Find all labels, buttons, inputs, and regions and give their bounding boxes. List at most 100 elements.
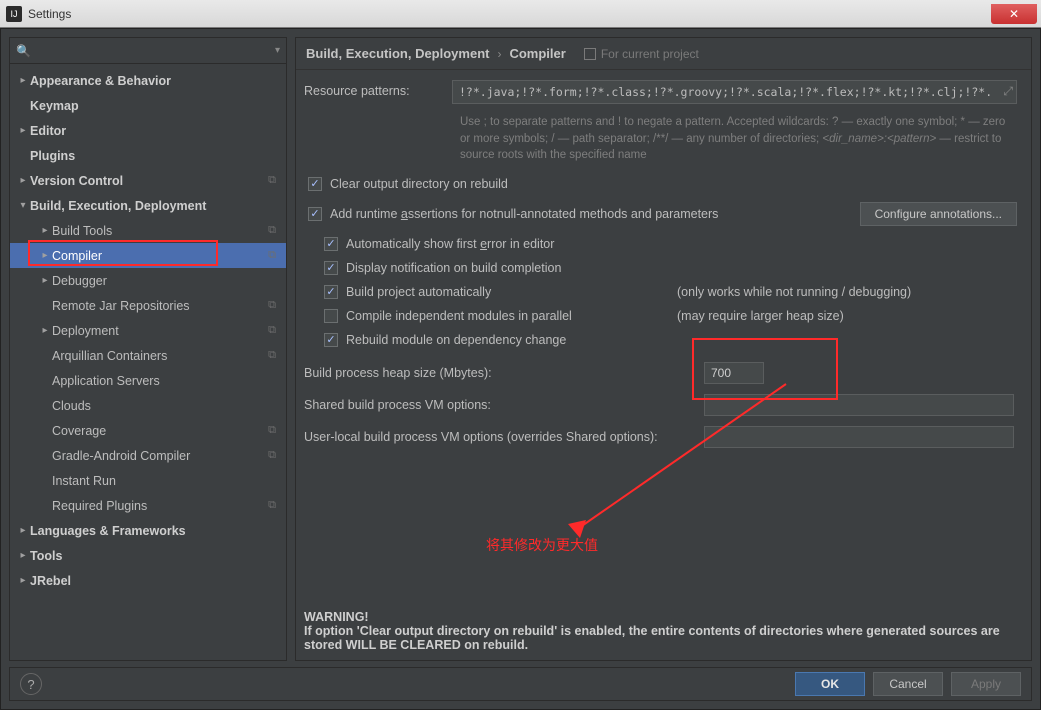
- sidebar-item-languages-frameworks[interactable]: ▸Languages & Frameworks: [10, 518, 286, 543]
- window-close-button[interactable]: ✕: [991, 4, 1037, 24]
- notify-build-checkbox[interactable]: [324, 261, 338, 275]
- sidebar-item-compiler[interactable]: ▸Compiler⧉: [10, 243, 286, 268]
- chevron-right-icon: ▸: [38, 225, 52, 236]
- chevron-right-icon: ▸: [38, 275, 52, 286]
- sidebar-search-input[interactable]: [33, 44, 275, 58]
- sidebar-item-build-execution-deployment[interactable]: ▾Build, Execution, Deployment: [10, 193, 286, 218]
- rebuild-dep-label: Rebuild module on dependency change: [346, 333, 566, 347]
- sidebar-item-required-plugins[interactable]: ▸Required Plugins⧉: [10, 493, 286, 518]
- annotation-text: 将其修改为更大值: [486, 535, 598, 555]
- ok-button[interactable]: OK: [795, 672, 865, 696]
- search-icon: 🔍: [16, 44, 31, 58]
- build-auto-checkbox[interactable]: [324, 285, 338, 299]
- apply-button[interactable]: Apply: [951, 672, 1021, 696]
- expand-icon[interactable]: ⤢: [1003, 84, 1013, 99]
- chevron-right-icon: ▸: [16, 75, 30, 86]
- sidebar-item-label: JRebel: [30, 574, 264, 588]
- sidebar-item-label: Remote Jar Repositories: [52, 299, 264, 313]
- close-icon: ✕: [1009, 7, 1019, 21]
- chevron-right-icon: ▸: [16, 125, 30, 136]
- sidebar-item-deployment[interactable]: ▸Deployment⧉: [10, 318, 286, 343]
- sidebar-item-keymap[interactable]: ▸Keymap: [10, 93, 286, 118]
- chevron-right-icon: ›: [497, 47, 501, 61]
- sidebar-item-label: Clouds: [52, 399, 264, 413]
- chevron-right-icon: ▸: [16, 525, 30, 536]
- for-current-project: For current project: [584, 47, 699, 61]
- project-scope-icon: ⧉: [264, 424, 280, 437]
- main-panel: Build, Execution, Deployment › Compiler …: [295, 37, 1032, 661]
- sidebar-item-label: Compiler: [52, 249, 264, 263]
- sidebar-item-coverage[interactable]: ▸Coverage⧉: [10, 418, 286, 443]
- project-scope-icon: ⧉: [264, 324, 280, 337]
- sidebar-item-instant-run[interactable]: ▸Instant Run: [10, 468, 286, 493]
- add-assertions-checkbox[interactable]: [308, 207, 322, 221]
- chevron-down-icon: ▾: [16, 200, 30, 211]
- parallel-aux: (may require larger heap size): [677, 309, 1017, 323]
- sidebar-item-label: Editor: [30, 124, 264, 138]
- chevron-down-icon[interactable]: ▾: [275, 45, 280, 56]
- rebuild-dep-checkbox[interactable]: [324, 333, 338, 347]
- settings-tree: ▸Appearance & Behavior▸Keymap▸Editor▸Plu…: [10, 64, 286, 660]
- sidebar-item-label: Appearance & Behavior: [30, 74, 264, 88]
- sidebar-item-version-control[interactable]: ▸Version Control⧉: [10, 168, 286, 193]
- sidebar-item-label: Deployment: [52, 324, 264, 338]
- resource-patterns-label: Resource patterns:: [304, 80, 452, 98]
- shared-vm-label: Shared build process VM options:: [304, 398, 704, 412]
- sidebar-item-label: Instant Run: [52, 474, 264, 488]
- chevron-right-icon: ▸: [16, 550, 30, 561]
- sidebar-item-label: Debugger: [52, 274, 264, 288]
- sidebar-item-application-servers[interactable]: ▸Application Servers: [10, 368, 286, 393]
- clear-output-label: Clear output directory on rebuild: [330, 177, 508, 191]
- sidebar-item-plugins[interactable]: ▸Plugins: [10, 143, 286, 168]
- sidebar-item-label: Coverage: [52, 424, 264, 438]
- warning-block: WARNING! If option 'Clear output directo…: [304, 610, 1017, 652]
- chevron-right-icon: ▸: [38, 250, 52, 261]
- sidebar-item-tools[interactable]: ▸Tools: [10, 543, 286, 568]
- auto-show-error-label: Automatically show first error in editor: [346, 237, 554, 251]
- resource-patterns-hint: Use ; to separate patterns and ! to nega…: [304, 110, 1017, 172]
- cancel-button[interactable]: Cancel: [873, 672, 943, 696]
- warning-heading: WARNING!: [304, 610, 1017, 624]
- sidebar-item-debugger[interactable]: ▸Debugger: [10, 268, 286, 293]
- add-assertions-label: Add runtime assertions for notnull-annot…: [330, 207, 718, 221]
- chevron-right-icon: ▸: [16, 175, 30, 186]
- parallel-label: Compile independent modules in parallel: [346, 309, 572, 323]
- content: Resource patterns: ⤢ Use ; to separate p…: [296, 70, 1031, 660]
- sidebar-item-clouds[interactable]: ▸Clouds: [10, 393, 286, 418]
- sidebar-search-row: 🔍 ▾: [10, 38, 286, 64]
- sidebar-item-build-tools[interactable]: ▸Build Tools⧉: [10, 218, 286, 243]
- configure-annotations-button[interactable]: Configure annotations...: [860, 202, 1017, 226]
- chevron-right-icon: ▸: [38, 325, 52, 336]
- project-scope-icon: ⧉: [264, 224, 280, 237]
- sidebar-item-appearance-behavior[interactable]: ▸Appearance & Behavior: [10, 68, 286, 93]
- resource-patterns-input[interactable]: [452, 80, 1017, 104]
- project-scope-icon: ⧉: [264, 249, 280, 262]
- auto-show-error-checkbox[interactable]: [324, 237, 338, 251]
- sidebar-item-label: Languages & Frameworks: [30, 524, 264, 538]
- project-scope-icon: ⧉: [264, 499, 280, 512]
- chevron-right-icon: ▸: [16, 575, 30, 586]
- window-title: Settings: [28, 7, 71, 21]
- help-button[interactable]: ?: [20, 673, 42, 695]
- sidebar-item-arquillian-containers[interactable]: ▸Arquillian Containers⧉: [10, 343, 286, 368]
- clear-output-checkbox[interactable]: [308, 177, 322, 191]
- shared-vm-input[interactable]: [704, 394, 1014, 416]
- sidebar-item-label: Application Servers: [52, 374, 264, 388]
- breadcrumb-part-1[interactable]: Build, Execution, Deployment: [306, 46, 489, 61]
- breadcrumb-part-2: Compiler: [509, 46, 565, 61]
- heap-size-label: Build process heap size (Mbytes):: [304, 366, 704, 380]
- user-vm-input[interactable]: [704, 426, 1014, 448]
- parallel-checkbox[interactable]: [324, 309, 338, 323]
- breadcrumb: Build, Execution, Deployment › Compiler …: [296, 38, 1031, 70]
- sidebar-item-remote-jar-repositories[interactable]: ▸Remote Jar Repositories⧉: [10, 293, 286, 318]
- project-scope-icon: ⧉: [264, 174, 280, 187]
- sidebar-item-gradle-android-compiler[interactable]: ▸Gradle-Android Compiler⧉: [10, 443, 286, 468]
- for-current-project-label: For current project: [601, 47, 699, 61]
- project-scope-icon: ⧉: [264, 449, 280, 462]
- sidebar-item-label: Version Control: [30, 174, 264, 188]
- sidebar-item-label: Build Tools: [52, 224, 264, 238]
- sidebar-item-editor[interactable]: ▸Editor: [10, 118, 286, 143]
- sidebar-item-jrebel[interactable]: ▸JRebel: [10, 568, 286, 593]
- sidebar-item-label: Tools: [30, 549, 264, 563]
- heap-size-input[interactable]: [704, 362, 764, 384]
